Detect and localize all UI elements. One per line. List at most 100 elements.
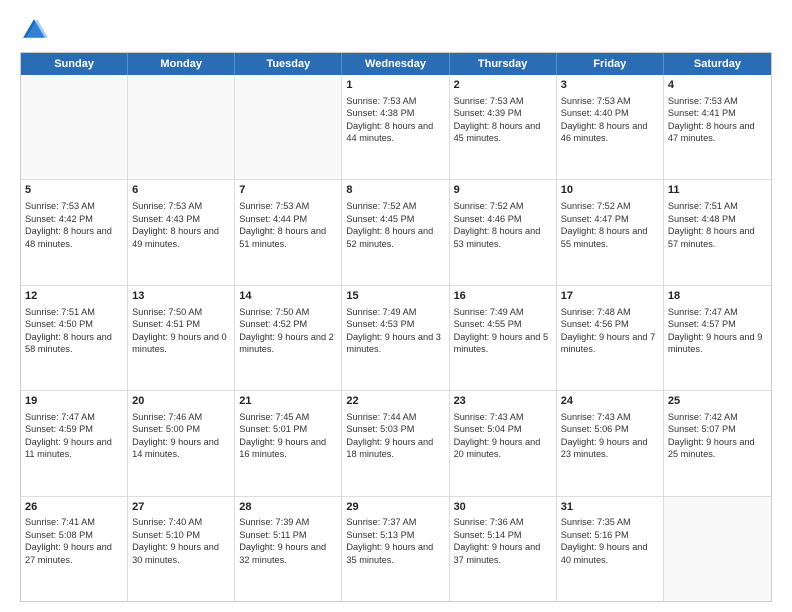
header (20, 16, 772, 44)
sunset-text: Sunset: 4:47 PM (561, 214, 629, 224)
daylight-text: Daylight: 9 hours and 3 minutes. (346, 332, 441, 354)
daylight-text: Daylight: 9 hours and 9 minutes. (668, 332, 763, 354)
sunrise-text: Sunrise: 7:41 AM (25, 517, 95, 527)
daylight-text: Daylight: 9 hours and 11 minutes. (25, 437, 112, 459)
calendar-week: 12 Sunrise: 7:51 AM Sunset: 4:50 PM Dayligh… (21, 286, 771, 391)
calendar-cell: 24Sunrise: 7:43 AMSunset: 5:06 PMDayligh… (557, 391, 664, 495)
calendar-cell: 13Sunrise: 7:50 AMSunset: 4:51 PMDayligh… (128, 286, 235, 390)
calendar-header-cell: Saturday (664, 53, 771, 75)
sunset-text: Sunset: 4:50 PM (25, 319, 93, 329)
sunrise-text: Sunrise: 7:51 AM (25, 307, 95, 317)
day-number: 12 (25, 289, 123, 304)
sunrise-text: Sunrise: 7:49 AM (346, 307, 416, 317)
sunrise-text: Sunrise: 7:45 AM (239, 412, 309, 422)
calendar-week: 5Sunrise: 7:53 AMSunset: 4:42 PMDaylight… (21, 180, 771, 285)
calendar: SundayMondayTuesdayWednesdayThursdayFrid… (20, 52, 772, 602)
sunset-text: Sunset: 5:06 PM (561, 424, 629, 434)
sunrise-text: Sunrise: 7:47 AM (25, 412, 95, 422)
daylight-text: Daylight: 8 hours and 53 minutes. (454, 226, 541, 248)
daylight-text: Daylight: 9 hours and 30 minutes. (132, 542, 219, 564)
day-number: 20 (132, 394, 230, 409)
calendar-cell: 16Sunrise: 7:49 AMSunset: 4:55 PMDayligh… (450, 286, 557, 390)
calendar-cell: 31Sunrise: 7:35 AMSunset: 5:16 PMDayligh… (557, 497, 664, 601)
sunrise-text: Sunrise: 7:35 AM (561, 517, 631, 527)
sunset-text: Sunset: 4:56 PM (561, 319, 629, 329)
sunset-text: Sunset: 4:55 PM (454, 319, 522, 329)
calendar-cell: 20Sunrise: 7:46 AMSunset: 5:00 PMDayligh… (128, 391, 235, 495)
daylight-text: Daylight: 8 hours and 46 minutes. (561, 121, 648, 143)
daylight-text: Daylight: 9 hours and 18 minutes. (346, 437, 433, 459)
sunset-text: Sunset: 5:11 PM (239, 530, 306, 540)
day-number: 24 (561, 394, 659, 409)
daylight-text: Daylight: 8 hours and 44 minutes. (346, 121, 433, 143)
calendar-cell: 30Sunrise: 7:36 AMSunset: 5:14 PMDayligh… (450, 497, 557, 601)
daylight-text: Daylight: 8 hours and 45 minutes. (454, 121, 541, 143)
calendar-header-cell: Tuesday (235, 53, 342, 75)
daylight-text: Daylight: 8 hours and 57 minutes. (668, 226, 755, 248)
sunset-text: Sunset: 4:52 PM (239, 319, 307, 329)
day-number: 30 (454, 500, 552, 515)
calendar-cell: 9Sunrise: 7:52 AMSunset: 4:46 PMDaylight… (450, 180, 557, 284)
calendar-cell (128, 75, 235, 179)
day-number: 29 (346, 500, 444, 515)
calendar-header-cell: Wednesday (342, 53, 449, 75)
daylight-text: Daylight: 8 hours and 55 minutes. (561, 226, 648, 248)
daylight-text: Daylight: 9 hours and 32 minutes. (239, 542, 326, 564)
sunset-text: Sunset: 4:41 PM (668, 108, 736, 118)
sunset-text: Sunset: 4:44 PM (239, 214, 307, 224)
calendar-week: 26 Sunrise: 7:41 AM Sunset: 5:08 PM Dayligh… (21, 497, 771, 601)
daylight-text: Daylight: 9 hours and 2 minutes. (239, 332, 334, 354)
day-number: 28 (239, 500, 337, 515)
calendar-cell: 14Sunrise: 7:50 AMSunset: 4:52 PMDayligh… (235, 286, 342, 390)
calendar-header-cell: Friday (557, 53, 664, 75)
daylight-text: Daylight: 9 hours and 37 minutes. (454, 542, 541, 564)
calendar-cell: 25Sunrise: 7:42 AMSunset: 5:07 PMDayligh… (664, 391, 771, 495)
daylight-text: Daylight: 9 hours and 35 minutes. (346, 542, 433, 564)
sunset-text: Sunset: 5:08 PM (25, 530, 93, 540)
day-number: 31 (561, 500, 659, 515)
calendar-cell: 10Sunrise: 7:52 AMSunset: 4:47 PMDayligh… (557, 180, 664, 284)
calendar-header: SundayMondayTuesdayWednesdayThursdayFrid… (21, 53, 771, 75)
sunset-text: Sunset: 4:57 PM (668, 319, 736, 329)
calendar-week: 1Sunrise: 7:53 AMSunset: 4:38 PMDaylight… (21, 75, 771, 180)
sunrise-text: Sunrise: 7:40 AM (132, 517, 202, 527)
sunrise-text: Sunrise: 7:53 AM (239, 201, 309, 211)
sunset-text: Sunset: 4:59 PM (25, 424, 93, 434)
sunrise-text: Sunrise: 7:52 AM (561, 201, 631, 211)
sunrise-text: Sunrise: 7:36 AM (454, 517, 524, 527)
day-number: 26 (25, 500, 123, 515)
day-number: 16 (454, 289, 552, 304)
daylight-text: Daylight: 9 hours and 14 minutes. (132, 437, 219, 459)
calendar-header-cell: Monday (128, 53, 235, 75)
daylight-text: Daylight: 8 hours and 58 minutes. (25, 332, 112, 354)
day-number: 3 (561, 78, 659, 93)
page: SundayMondayTuesdayWednesdayThursdayFrid… (0, 0, 792, 612)
daylight-text: Daylight: 8 hours and 52 minutes. (346, 226, 433, 248)
sunrise-text: Sunrise: 7:42 AM (668, 412, 738, 422)
calendar-cell: 6Sunrise: 7:53 AMSunset: 4:43 PMDaylight… (128, 180, 235, 284)
calendar-week: 19Sunrise: 7:47 AMSunset: 4:59 PMDayligh… (21, 391, 771, 496)
calendar-cell: 1Sunrise: 7:53 AMSunset: 4:38 PMDaylight… (342, 75, 449, 179)
sunrise-text: Sunrise: 7:37 AM (346, 517, 416, 527)
calendar-cell: 28Sunrise: 7:39 AMSunset: 5:11 PMDayligh… (235, 497, 342, 601)
calendar-cell: 19Sunrise: 7:47 AMSunset: 4:59 PMDayligh… (21, 391, 128, 495)
sunrise-text: Sunrise: 7:43 AM (454, 412, 524, 422)
sunset-text: Sunset: 4:40 PM (561, 108, 629, 118)
sunset-text: Sunset: 4:39 PM (454, 108, 522, 118)
day-number: 18 (668, 289, 767, 304)
sunset-text: Sunset: 5:04 PM (454, 424, 522, 434)
sunrise-text: Sunrise: 7:53 AM (25, 201, 95, 211)
sunrise-text: Sunrise: 7:47 AM (668, 307, 738, 317)
sunrise-text: Sunrise: 7:53 AM (454, 96, 524, 106)
calendar-cell: 17Sunrise: 7:48 AMSunset: 4:56 PMDayligh… (557, 286, 664, 390)
calendar-cell: 4Sunrise: 7:53 AMSunset: 4:41 PMDaylight… (664, 75, 771, 179)
sunrise-text: Sunrise: 7:48 AM (561, 307, 631, 317)
daylight-text: Daylight: 9 hours and 40 minutes. (561, 542, 648, 564)
day-number: 14 (239, 289, 337, 304)
daylight-text: Daylight: 9 hours and 0 minutes. (132, 332, 227, 354)
daylight-text: Daylight: 9 hours and 25 minutes. (668, 437, 755, 459)
calendar-header-cell: Sunday (21, 53, 128, 75)
sunset-text: Sunset: 5:07 PM (668, 424, 736, 434)
logo (20, 16, 52, 44)
sunset-text: Sunset: 4:45 PM (346, 214, 414, 224)
